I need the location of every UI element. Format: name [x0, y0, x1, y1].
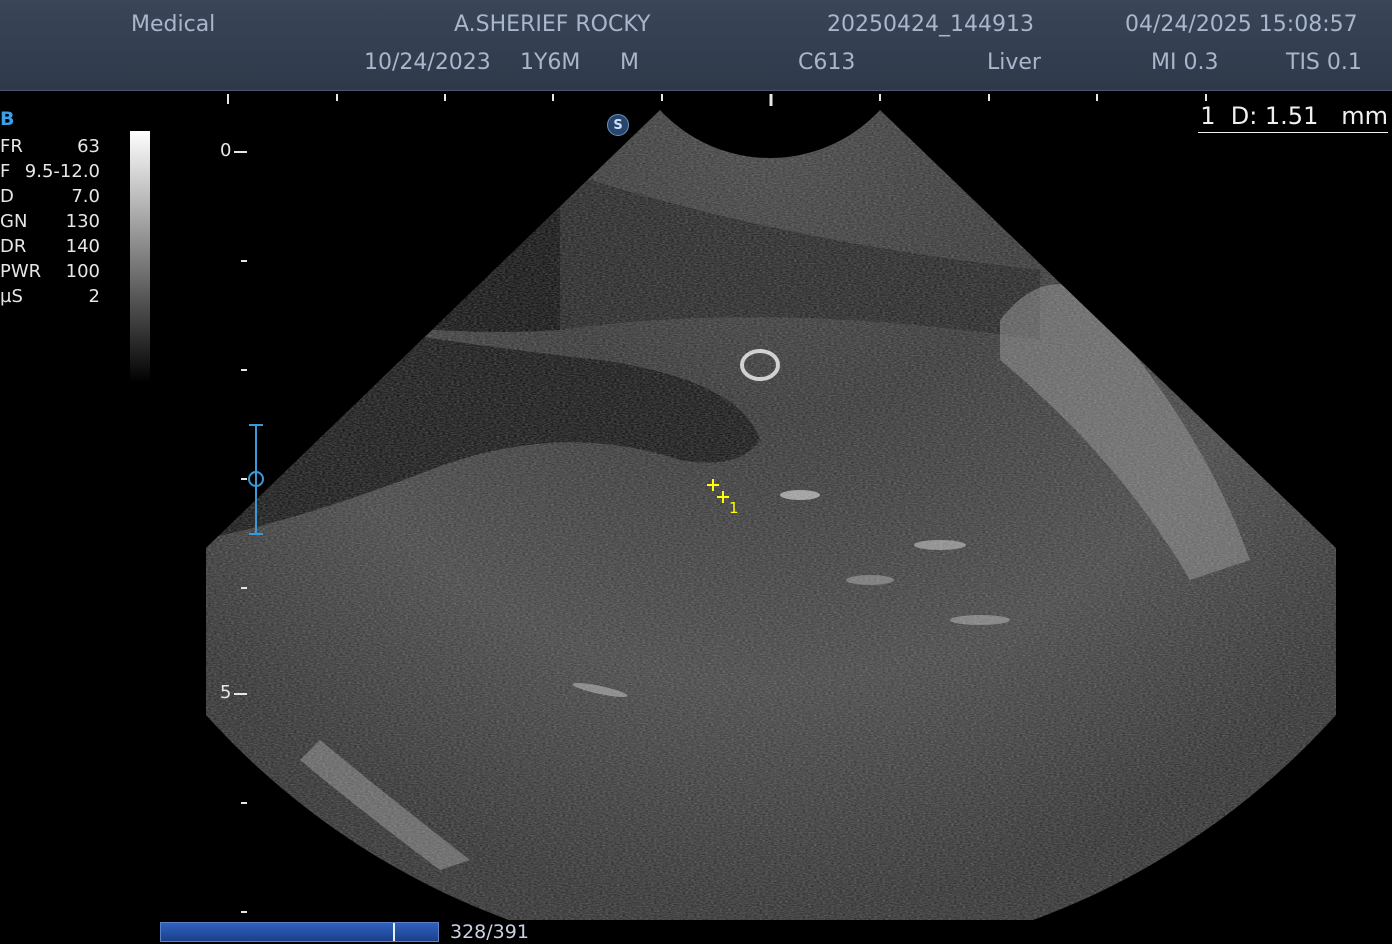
param-row: D 7.0 [0, 186, 100, 207]
param-row: DR 140 [0, 236, 100, 257]
probe-name: C613 [798, 50, 856, 75]
grayscale-bar [130, 131, 150, 383]
lateral-ruler [227, 94, 1207, 106]
mode-label: Medical [131, 12, 216, 37]
imaging-mode-label: B [0, 108, 15, 130]
patient-age: 1Y6M [520, 50, 581, 75]
sono-assist-icon[interactable]: S [607, 114, 629, 136]
cine-position-marker[interactable] [393, 923, 396, 941]
param-row: FR 63 [0, 136, 100, 157]
exam-preset: Liver [987, 50, 1041, 75]
ultrasound-image [206, 94, 1336, 920]
exam-datetime: 04/24/2025 15:08:57 [1125, 12, 1358, 37]
param-row: GN 130 [0, 211, 100, 232]
mechanical-index: MI 0.3 [1151, 50, 1219, 75]
depth-label-5: 5 [220, 682, 232, 703]
caliper-number-label: 1 [729, 499, 739, 517]
patient-name: A.SHERIEF ROCKY [454, 12, 651, 37]
measurement-readout: 1 D: 1.51 mm [1198, 102, 1388, 133]
param-row: F 9.5-12.0 [0, 161, 100, 182]
depth-label-0: 0 [220, 140, 232, 161]
cine-frame-counter: 328/391 [450, 921, 529, 943]
patient-sex: M [620, 50, 639, 75]
param-row: PWR 100 [0, 261, 100, 282]
scan-sector [206, 110, 1336, 920]
birth-date: 10/24/2023 [364, 50, 491, 75]
header-bar: Medical A.SHERIEF ROCKY 20250424_144913 … [0, 0, 1392, 91]
imaging-parameters: FR 63 F 9.5-12.0 D 7.0 GN 130 DR 140 PWR 100 µ… [0, 134, 100, 309]
param-row: µS 2 [0, 286, 100, 307]
exam-id: 20250424_144913 [827, 12, 1034, 37]
thermal-index: TIS 0.1 [1286, 50, 1362, 75]
cine-progress-bar[interactable] [160, 922, 439, 942]
